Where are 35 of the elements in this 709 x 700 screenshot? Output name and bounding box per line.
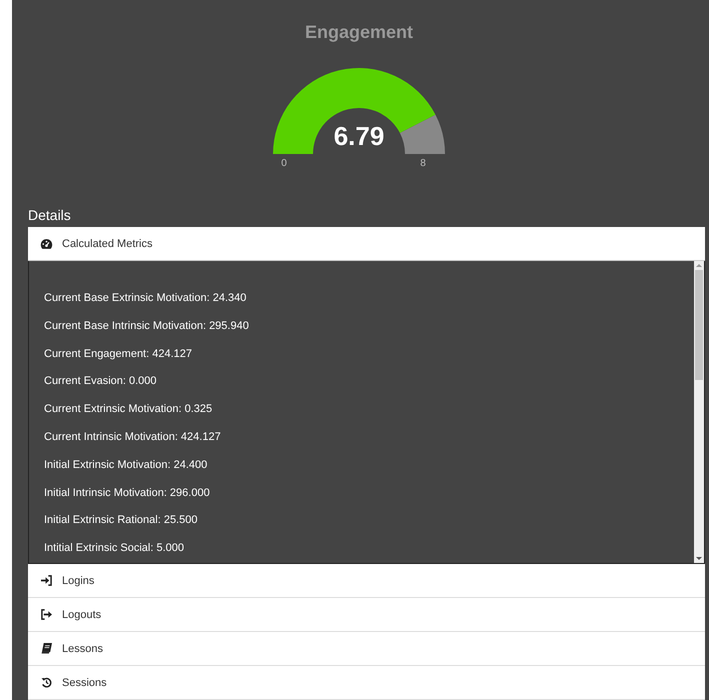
section-header[interactable]: Sessions bbox=[28, 666, 705, 700]
gauge-value: 6.79 bbox=[332, 121, 386, 152]
metric-text: Current Base Intrinsic Motivation: 295.940 bbox=[43, 318, 250, 334]
section-header[interactable]: Lessons bbox=[28, 632, 705, 666]
history-icon bbox=[39, 677, 53, 688]
scroll-down-icon[interactable] bbox=[696, 557, 702, 560]
scroll-up-icon[interactable] bbox=[696, 264, 702, 267]
metric-text: Initial Intrinsic Motivation: 296.000 bbox=[43, 486, 211, 501]
gauge-max-label: 8 bbox=[419, 158, 427, 169]
gauge-title: Engagement bbox=[304, 21, 414, 44]
metric-text: Current Evasion: 0.000 bbox=[43, 374, 158, 390]
section-title: Calculated Metrics bbox=[62, 238, 152, 250]
section-title: Sessions bbox=[62, 676, 107, 688]
dashboard-icon bbox=[39, 238, 53, 250]
section-title: Lessons bbox=[62, 642, 103, 654]
scrollbar[interactable] bbox=[694, 261, 704, 563]
sign-out-icon bbox=[39, 609, 53, 620]
metric-text: Initial Extrinsic Rational: 25.500 bbox=[43, 513, 198, 528]
section-title: Logins bbox=[62, 574, 94, 586]
metric-text: Initial Extrinsic Motivation: 24.400 bbox=[43, 458, 208, 473]
gauge-min-label: 0 bbox=[280, 158, 288, 169]
scrollbar-thumb[interactable] bbox=[695, 270, 703, 380]
section-title: Logouts bbox=[62, 608, 102, 620]
details-label: Details bbox=[28, 207, 72, 223]
section-header[interactable]: Logouts bbox=[28, 598, 705, 632]
metric-text: Current Intrinsic Motivation: 424.127 bbox=[43, 430, 222, 445]
metric-text: Current Engagement: 424.127 bbox=[43, 346, 193, 362]
metric-text: Current Base Extrinsic Motivation: 24.340 bbox=[43, 291, 248, 306]
metric-text: Intitial Extrinsic Social: 5.000 bbox=[43, 541, 186, 556]
gauge-track bbox=[400, 114, 445, 154]
sign-in-icon bbox=[39, 575, 53, 586]
section-header[interactable]: Calculated Metrics bbox=[28, 227, 705, 261]
section-header[interactable]: Logins bbox=[28, 564, 705, 598]
metric-text: Current Extrinsic Motivation: 0.325 bbox=[43, 402, 214, 418]
book-icon bbox=[39, 643, 53, 654]
